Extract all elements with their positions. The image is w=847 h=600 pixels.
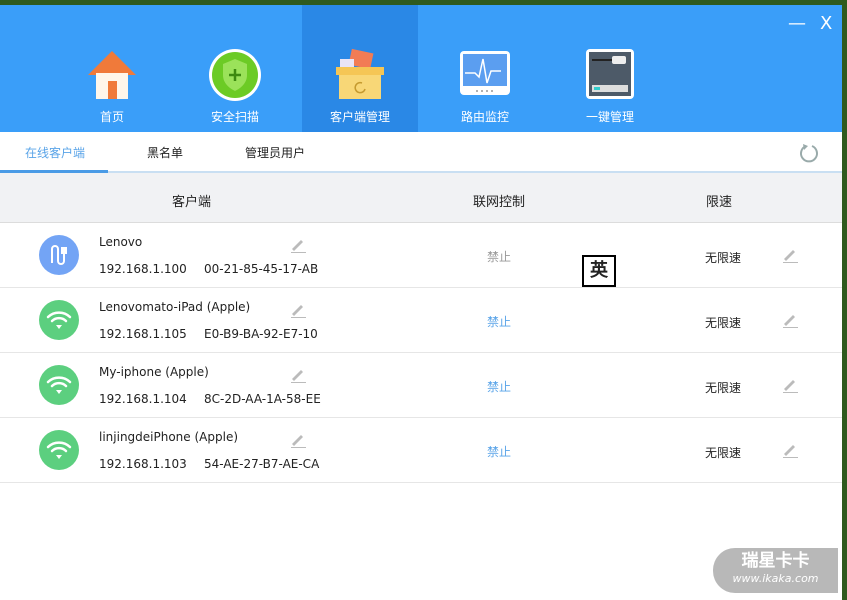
speed-limit-value: 无限速 [705,251,742,265]
column-network-control: 联网控制 [473,195,526,210]
client-row: My-iphone (Apple) 192.168.1.104 8C-2D-AA… [0,353,842,418]
nav-client-management[interactable]: 客户端管理 [302,5,418,132]
app-window: — X 首页 安全扫描 客户端管理 路由监控 一键管理 在线客户端 黑名单 管理… [0,5,842,600]
speed-limit-value: 无限速 [705,446,742,460]
minimize-button[interactable]: — [788,13,806,34]
speed-limit-value: 无限速 [705,381,742,395]
monitor-icon [460,51,510,95]
client-name: Lenovomato-iPad (Apple) [99,300,251,314]
nav-security-scan[interactable]: 安全扫描 [177,5,293,132]
ime-indicator: 英 [582,255,616,287]
tab-bar: 在线客户端 黑名单 管理员用户 [0,132,842,173]
tab-admin-users[interactable]: 管理员用户 [245,144,305,161]
client-row: linjingdeiPhone (Apple) 192.168.1.103 54… [0,418,842,483]
speed-limit-value: 无限速 [705,316,742,330]
router-icon [586,49,634,99]
table-header: 客户端 联网控制 限速 [0,173,842,223]
nav-one-click-manage[interactable]: 一键管理 [552,5,668,132]
tab-blacklist[interactable]: 黑名单 [147,144,183,161]
wifi-icon [39,365,79,405]
wired-icon [39,235,79,275]
block-button[interactable]: 禁止 [487,443,511,460]
client-mac: 54-AE-27-B7-AE-CA [204,457,320,471]
wifi-icon [39,300,79,340]
nav-label: 路由监控 [460,110,509,124]
edit-speed-icon[interactable] [781,311,799,329]
nav-router-monitor[interactable]: 路由监控 [427,5,543,132]
client-ip: 192.168.1.100 [99,262,187,276]
box-icon [336,48,384,99]
client-mac: 00-21-85-45-17-AB [204,262,319,276]
column-client: 客户端 [172,195,212,210]
client-ip: 192.168.1.105 [99,327,187,341]
client-ip: 192.168.1.104 [99,392,187,406]
wifi-icon [39,430,79,470]
block-button[interactable]: 禁止 [487,248,511,265]
edit-name-icon[interactable] [289,301,307,319]
nav-label: 客户端管理 [329,110,390,124]
client-row: Lenovo 192.168.1.100 00-21-85-45-17-AB 禁… [0,223,842,288]
home-icon [88,51,136,99]
edit-speed-icon[interactable] [781,246,799,264]
nav-label: 首页 [99,110,124,124]
edit-name-icon[interactable] [289,366,307,384]
client-row: Lenovomato-iPad (Apple) 192.168.1.105 E0… [0,288,842,353]
client-name: Lenovo [99,235,143,249]
shield-icon [209,49,261,101]
refresh-icon[interactable] [798,142,820,164]
block-button[interactable]: 禁止 [487,313,511,330]
client-name: My-iphone (Apple) [99,365,209,379]
nav-label: 一键管理 [585,110,634,124]
client-mac: 8C-2D-AA-1A-58-EE [204,392,321,406]
edit-name-icon[interactable] [289,431,307,449]
tab-online-clients[interactable]: 在线客户端 [25,144,85,161]
edit-speed-icon[interactable] [781,441,799,459]
client-name: linjingdeiPhone (Apple) [99,430,239,444]
header: — X 首页 安全扫描 客户端管理 路由监控 一键管理 [0,5,842,132]
watermark-logo: 瑞星卡卡 www.ikaka.com [713,548,838,593]
nav-label: 安全扫描 [210,110,259,124]
client-ip: 192.168.1.103 [99,457,187,471]
column-speed-limit: 限速 [706,195,733,210]
client-mac: E0-B9-BA-92-E7-10 [204,327,318,341]
block-button[interactable]: 禁止 [487,378,511,395]
nav-home[interactable]: 首页 [54,5,170,132]
edit-speed-icon[interactable] [781,376,799,394]
close-button[interactable]: X [820,13,832,34]
edit-name-icon[interactable] [289,236,307,254]
